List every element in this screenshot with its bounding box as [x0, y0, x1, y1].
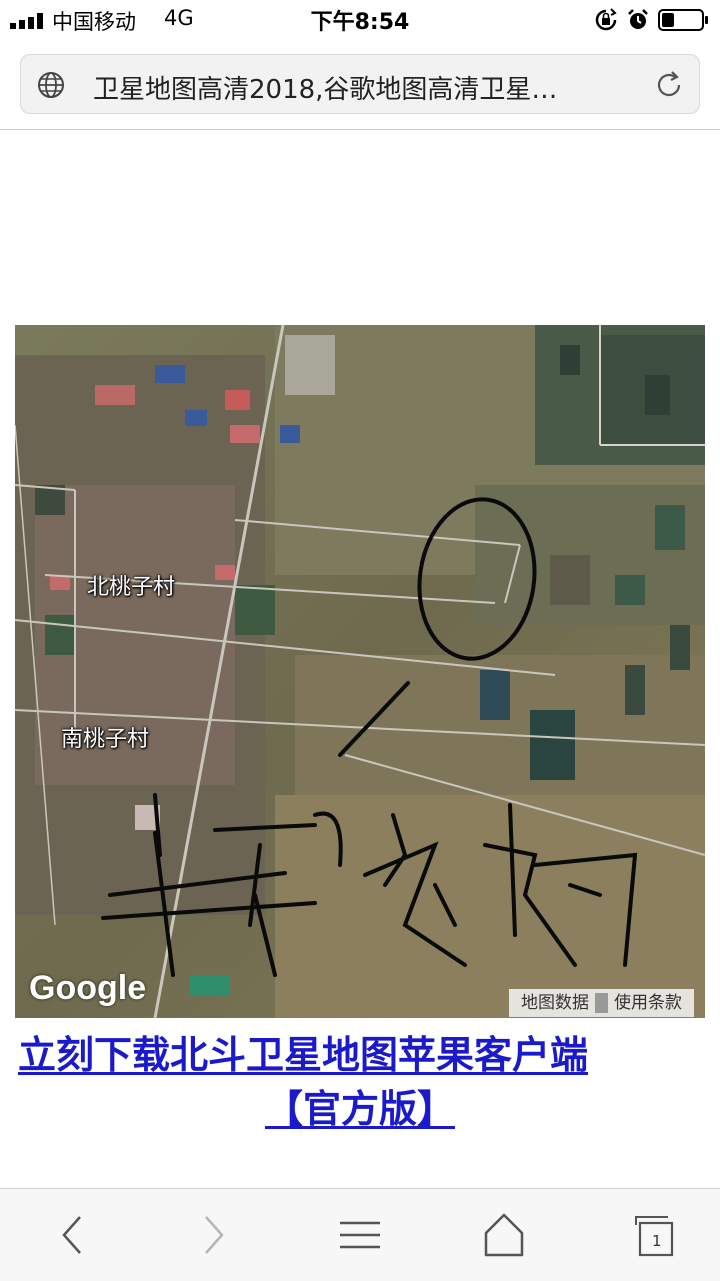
address-bar[interactable]: 卫星地图高清2018,谷歌地图高清卫星…: [20, 54, 700, 114]
status-bar: 中国移动 4G 下午8:54: [0, 0, 720, 40]
header-divider: [0, 129, 720, 130]
home-icon[interactable]: [480, 1211, 528, 1259]
tab-count: 1: [652, 1232, 662, 1250]
back-icon[interactable]: [56, 1211, 88, 1259]
globe-icon: [38, 72, 64, 98]
download-link-line1[interactable]: 立刻下载北斗卫星地图苹果客户端: [0, 1028, 720, 1082]
terms-link[interactable]: 使用条款: [608, 989, 688, 1017]
reload-icon[interactable]: [653, 69, 685, 101]
browser-toolbar: 1: [0, 1188, 720, 1281]
rotation-lock-icon: [595, 8, 617, 31]
satellite-map[interactable]: 北桃子村 南桃子村 Google 地图数据 使用条款: [15, 325, 705, 1018]
google-logo: Google: [29, 969, 147, 1007]
map-data-link[interactable]: 地图数据: [515, 989, 595, 1017]
forward-icon[interactable]: [198, 1211, 230, 1259]
map-attribution: 地图数据 使用条款: [509, 989, 694, 1017]
map-label-south-village: 南桃子村: [61, 727, 150, 752]
battery-icon: [658, 9, 708, 31]
satellite-imagery: [15, 325, 705, 1018]
tabs-icon[interactable]: 1: [628, 1211, 680, 1259]
download-link-line2[interactable]: 【官方版】: [0, 1082, 720, 1136]
alarm-icon: [628, 9, 648, 29]
download-link[interactable]: 立刻下载北斗卫星地图苹果客户端 【官方版】: [0, 1028, 720, 1136]
page-title[interactable]: 卫星地图高清2018,谷歌地图高清卫星…: [93, 69, 633, 106]
menu-icon[interactable]: [336, 1211, 384, 1259]
map-label-north-village: 北桃子村: [87, 575, 176, 600]
